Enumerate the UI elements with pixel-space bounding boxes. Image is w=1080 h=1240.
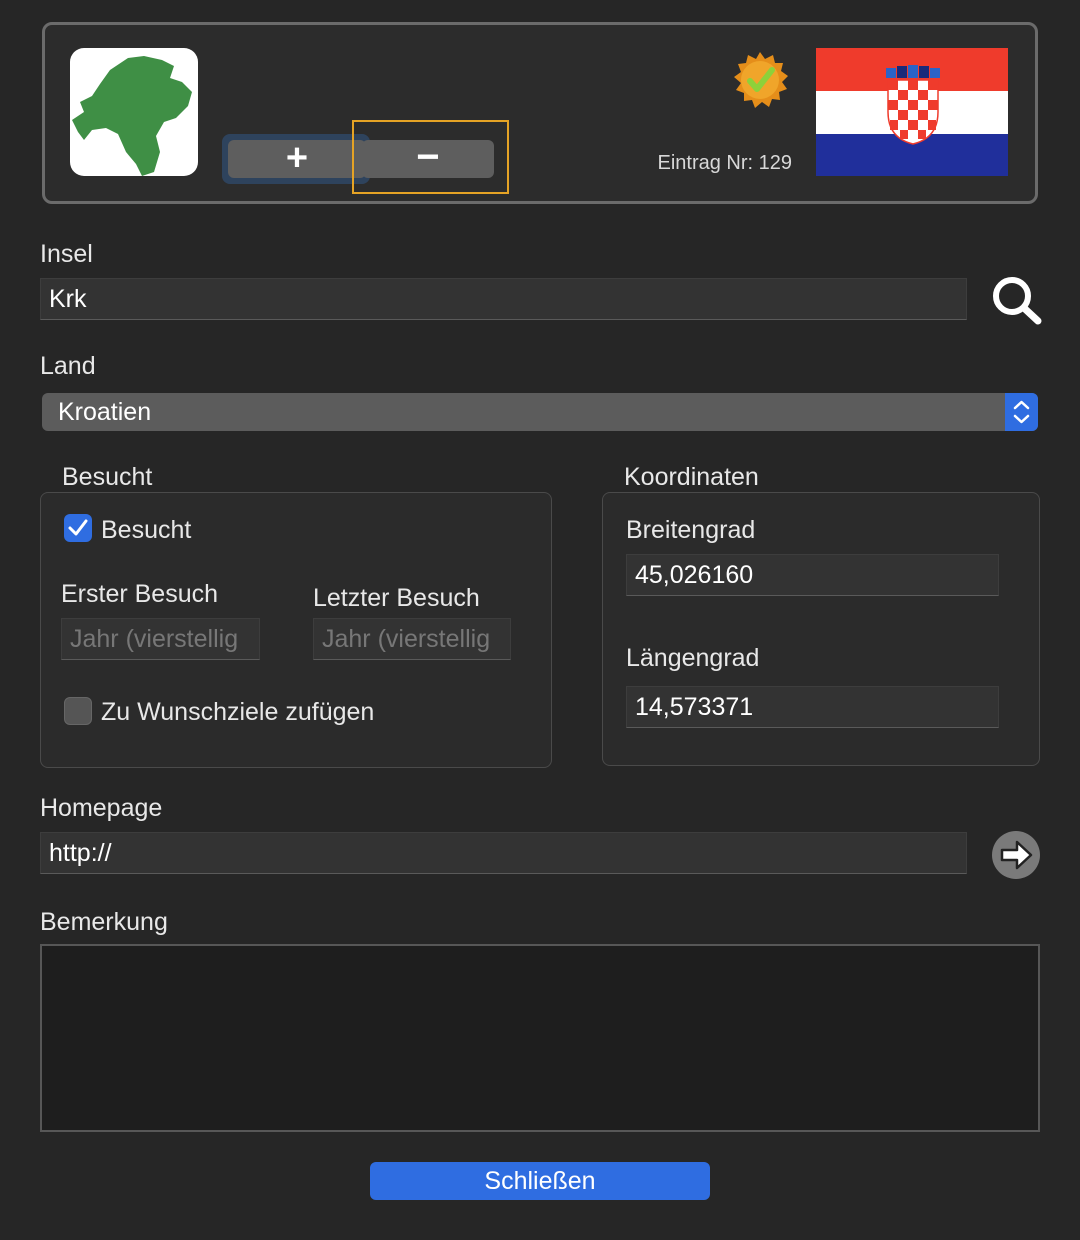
add-entry-button[interactable]: +: [228, 139, 366, 178]
close-button[interactable]: Schließen: [370, 1162, 710, 1200]
country-label: Land: [40, 352, 96, 380]
verified-badge-icon: [730, 50, 790, 110]
visited-checkbox[interactable]: [64, 514, 92, 542]
longitude-label: Längengrad: [626, 644, 760, 672]
island-label: Insel: [40, 240, 93, 268]
coordinates-group-label: Koordinaten: [624, 463, 759, 491]
visited-group-label: Besucht: [62, 463, 153, 491]
latitude-input[interactable]: 45,026160: [626, 554, 999, 596]
latitude-label: Breitengrad: [626, 516, 756, 544]
wishlist-checkbox-label: Zu Wunschziele zufügen: [101, 698, 375, 726]
country-select[interactable]: Kroatien: [42, 393, 1038, 431]
entry-number-label: Eintrag Nr: 129: [657, 152, 792, 174]
chevron-updown-icon[interactable]: [1005, 393, 1038, 431]
remove-entry-button[interactable]: −: [362, 137, 494, 178]
first-visit-input[interactable]: Jahr (vierstellig: [61, 618, 260, 660]
last-visit-label: Letzter Besuch: [313, 584, 480, 612]
first-visit-label: Erster Besuch: [61, 580, 219, 608]
croatia-flag-icon: [816, 48, 1008, 176]
last-visit-input[interactable]: Jahr (vierstellig: [313, 618, 511, 660]
homepage-label: Homepage: [40, 794, 163, 822]
visited-checkbox-label: Besucht: [101, 516, 192, 544]
open-homepage-arrow-icon[interactable]: [992, 831, 1040, 879]
homepage-input[interactable]: http://: [40, 832, 967, 874]
remark-label: Bemerkung: [40, 908, 168, 936]
wishlist-checkbox[interactable]: [64, 697, 92, 725]
island-input[interactable]: Krk: [40, 278, 967, 320]
remark-textarea[interactable]: [40, 944, 1040, 1132]
island-map-thumbnail: [70, 48, 198, 176]
longitude-input[interactable]: 14,573371: [626, 686, 999, 728]
search-icon[interactable]: [990, 274, 1044, 326]
